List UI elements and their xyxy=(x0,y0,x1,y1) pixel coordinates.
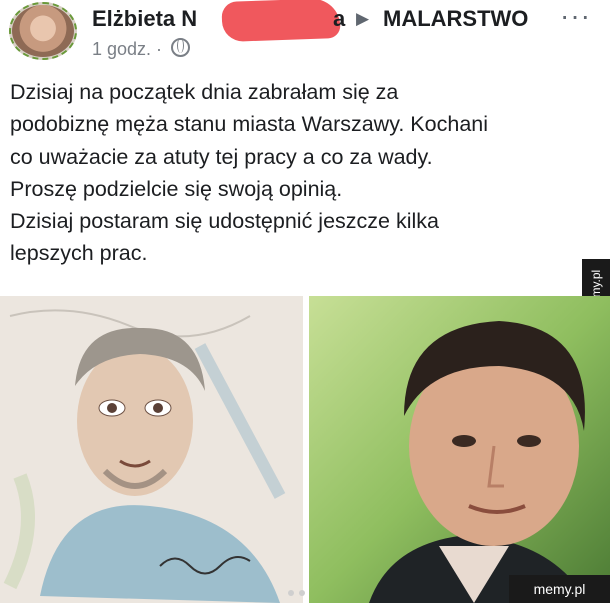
post-line: lepszych prac. xyxy=(10,241,148,266)
post-line: Dzisiaj na początek dnia zabrałam się za xyxy=(10,80,399,104)
post-line: podobiznę męża stanu miasta Warszawy. Ko… xyxy=(10,112,489,137)
arrow-icon: ▶ xyxy=(356,9,370,28)
more-horizontal-icon[interactable]: ··· xyxy=(560,0,591,32)
carousel-dots xyxy=(288,583,310,601)
group-name[interactable]: MALARSTWO xyxy=(383,6,528,32)
post-line: Proszę podzielcie się swoją opinią. xyxy=(10,176,343,201)
globe-icon xyxy=(171,38,191,57)
author-name-suffix: a xyxy=(333,6,346,31)
author-avatar[interactable] xyxy=(9,2,77,60)
painting-image[interactable] xyxy=(0,296,303,603)
post-meta: 1 godz. · xyxy=(92,38,191,60)
avatar-ring xyxy=(9,2,77,60)
watermark-bottom: memy.pl xyxy=(509,575,610,603)
photo-image[interactable] xyxy=(309,296,610,603)
author-name[interactable]: Elżbieta N xyxy=(92,6,197,32)
post-line: Dzisiaj postaram się udostępnić jeszcze … xyxy=(10,209,439,234)
name-redaction xyxy=(221,0,341,43)
post-text: Dzisiaj na początek dnia zabrałam się za… xyxy=(10,76,570,270)
post-line: co uważacie za atuty tej pracy a co za w… xyxy=(10,144,433,169)
post-time[interactable]: 1 godz. · xyxy=(92,39,162,59)
